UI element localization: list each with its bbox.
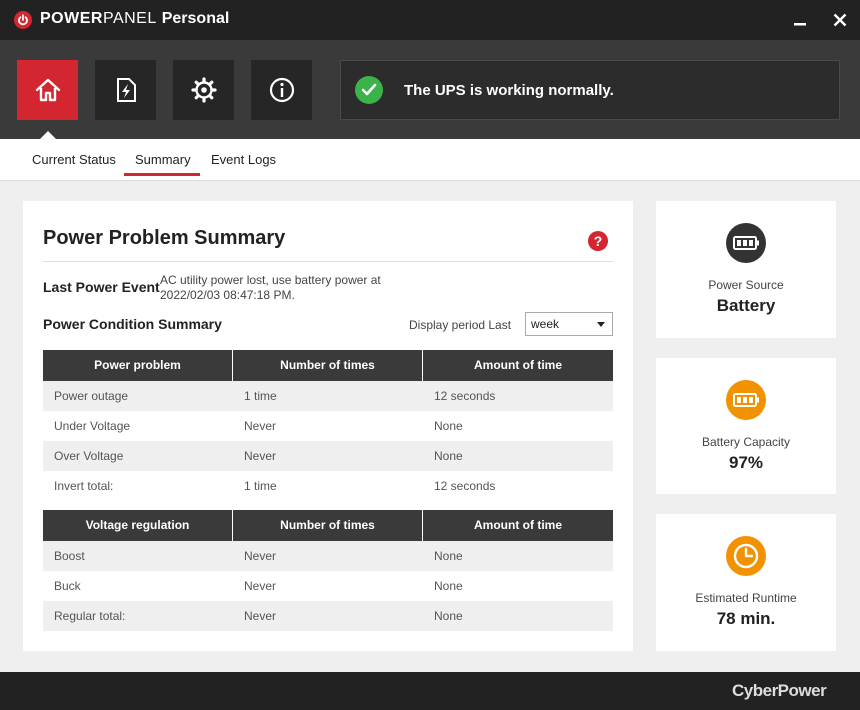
app-title: POWERPANEL Personal [40, 10, 229, 28]
power-source-card: Power Source Battery [656, 201, 836, 338]
tab-summary[interactable]: Summary [135, 152, 191, 167]
table-cell: 1 time [244, 389, 277, 403]
gear-icon [191, 77, 217, 103]
table-row: Under Voltage Never None [43, 411, 613, 441]
chevron-down-icon [597, 322, 605, 327]
battery-capacity-value: 97% [728, 453, 764, 472]
column-header: Number of times [233, 510, 422, 541]
battery-icon [726, 223, 766, 263]
panel-title: Power Problem Summary [43, 227, 286, 249]
column-header: Amount of time [423, 350, 613, 381]
battery-capacity-label: Battery Capacity [701, 435, 791, 449]
table-cell: Power outage [54, 389, 129, 403]
home-icon [35, 78, 61, 102]
minimize-icon [794, 23, 806, 26]
tab-bar: Current Status Summary Event Logs [0, 139, 860, 181]
condition-summary-label: Power Condition Summary [43, 316, 222, 332]
last-event-value: AC utility power lost, use battery power… [160, 273, 381, 302]
nav-power-button[interactable] [95, 60, 156, 120]
table-cell: None [434, 549, 463, 563]
help-icon[interactable]: ? [588, 231, 608, 251]
table-cell: None [434, 609, 463, 623]
table-cell: Never [244, 609, 277, 623]
table-cell: Never [244, 449, 277, 463]
app-logo-icon [14, 11, 32, 29]
column-header: Power problem [43, 350, 232, 381]
power-file-icon [117, 78, 136, 102]
minimize-button[interactable] [788, 8, 812, 32]
table-cell: Never [244, 419, 277, 433]
table-cell: 1 time [244, 479, 277, 493]
table-cell: None [434, 579, 463, 593]
power-source-label: Power Source [708, 278, 784, 292]
battery-level-icon [726, 380, 766, 420]
voltage-regulation-table: Voltage regulation Number of times Amoun… [43, 510, 613, 631]
table-cell: Never [244, 549, 277, 563]
main-toolbar: The UPS is working normally. [0, 40, 860, 139]
active-tab-indicator [124, 173, 200, 176]
battery-capacity-card: Battery Capacity 97% [656, 358, 836, 494]
title-bar: POWERPANEL Personal [0, 0, 860, 40]
table-cell: Boost [54, 549, 85, 563]
display-period-label: Display period Last [409, 318, 512, 332]
table-row: Power outage 1 time 12 seconds [43, 381, 613, 411]
table-cell: Never [244, 579, 277, 593]
info-icon [269, 77, 295, 103]
table-header: Voltage regulation Number of times Amoun… [43, 510, 613, 541]
estimated-runtime-label: Estimated Runtime [695, 591, 797, 605]
power-problem-table: Power problem Number of times Amount of … [43, 350, 613, 501]
active-nav-pointer [40, 131, 56, 139]
app-title-regular: PANEL [102, 10, 157, 27]
cyberpower-logo: CyberPower [732, 681, 827, 700]
nav-settings-button[interactable] [173, 60, 234, 120]
estimated-runtime-card: Estimated Runtime 78 min. [656, 514, 836, 651]
tab-event-logs[interactable]: Event Logs [211, 152, 276, 167]
title-divider [43, 261, 613, 262]
clock-icon [726, 536, 766, 576]
display-period-value: week [531, 317, 560, 331]
ups-status-banner: The UPS is working normally. [340, 60, 840, 120]
estimated-runtime-value: 78 min. [716, 609, 776, 628]
table-row: Boost Never None [43, 541, 613, 571]
check-icon [355, 76, 383, 104]
table-cell: Over Voltage [54, 449, 124, 463]
status-message: The UPS is working normally. [404, 82, 614, 99]
close-icon [833, 13, 847, 27]
nav-info-button[interactable] [251, 60, 312, 120]
last-event-label: Last Power Event [43, 279, 160, 295]
table-cell: Under Voltage [54, 419, 131, 433]
table-cell: Regular total: [54, 609, 126, 623]
footer-bar: CyberPower [0, 672, 860, 710]
power-problem-summary-panel: Power Problem Summary ? Last Power Event… [23, 201, 633, 651]
table-cell: 12 seconds [434, 479, 496, 493]
tab-current-status[interactable]: Current Status [32, 152, 116, 167]
column-header: Amount of time [423, 510, 613, 541]
table-cell: Buck [54, 579, 81, 593]
table-row: Regular total: Never None [43, 601, 613, 631]
column-header: Number of times [233, 350, 422, 381]
table-row: Buck Never None [43, 571, 613, 601]
power-source-value: Battery [716, 296, 776, 315]
app-title-suffix: Personal [161, 10, 230, 27]
close-button[interactable] [828, 8, 852, 32]
nav-home-button[interactable] [17, 60, 78, 120]
table-cell: None [434, 419, 463, 433]
table-cell: 12 seconds [434, 389, 496, 403]
column-header: Voltage regulation [43, 510, 232, 541]
table-row: Over Voltage Never None [43, 441, 613, 471]
table-row: Invert total: 1 time 12 seconds [43, 471, 613, 501]
table-cell: Invert total: [54, 479, 114, 493]
display-period-select[interactable]: week [525, 312, 613, 336]
table-cell: None [434, 449, 463, 463]
table-header: Power problem Number of times Amount of … [43, 350, 613, 381]
app-title-bold: POWER [40, 10, 103, 27]
